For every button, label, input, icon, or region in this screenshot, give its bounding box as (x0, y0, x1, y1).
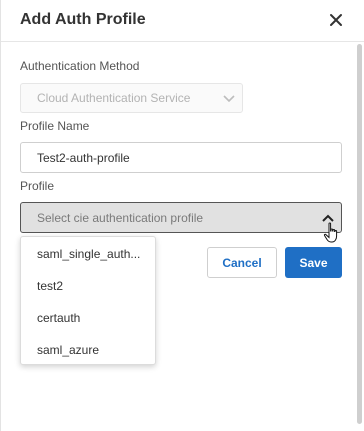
dropdown-option-2[interactable]: test2 (37, 279, 63, 293)
cancel-button[interactable]: Cancel (207, 247, 277, 278)
dialog-title: Add Auth Profile (20, 11, 146, 28)
close-icon[interactable] (325, 9, 347, 31)
add-auth-profile-dialog: Add Auth Profile Authentication Method C… (0, 0, 364, 431)
profile-name-input[interactable]: Test2-auth-profile (20, 142, 342, 173)
dropdown-option-1[interactable]: saml_single_auth... (37, 247, 140, 261)
profile-dropdown-menu: saml_single_auth... test2 certauth saml_… (20, 236, 156, 365)
save-button[interactable]: Save (285, 247, 342, 278)
dropdown-option-4[interactable]: saml_azure (37, 343, 99, 357)
scrollbar[interactable] (357, 44, 362, 424)
profile-name-value: Test2-auth-profile (37, 150, 130, 165)
auth-method-value: Cloud Authentication Service (37, 91, 191, 105)
profile-label: Profile (20, 179, 55, 193)
profile-select-placeholder: Select cie authentication profile (37, 210, 204, 225)
chevron-down-icon (223, 95, 235, 103)
hand-cursor-icon (323, 222, 338, 243)
dropdown-option-3[interactable]: certauth (37, 311, 80, 325)
profile-name-label: Profile Name (20, 119, 90, 133)
auth-method-label: Authentication Method (20, 59, 140, 73)
profile-select[interactable]: Select cie authentication profile (20, 202, 342, 233)
auth-method-select: Cloud Authentication Service (20, 83, 243, 113)
dialog-header: Add Auth Profile (1, 0, 364, 42)
